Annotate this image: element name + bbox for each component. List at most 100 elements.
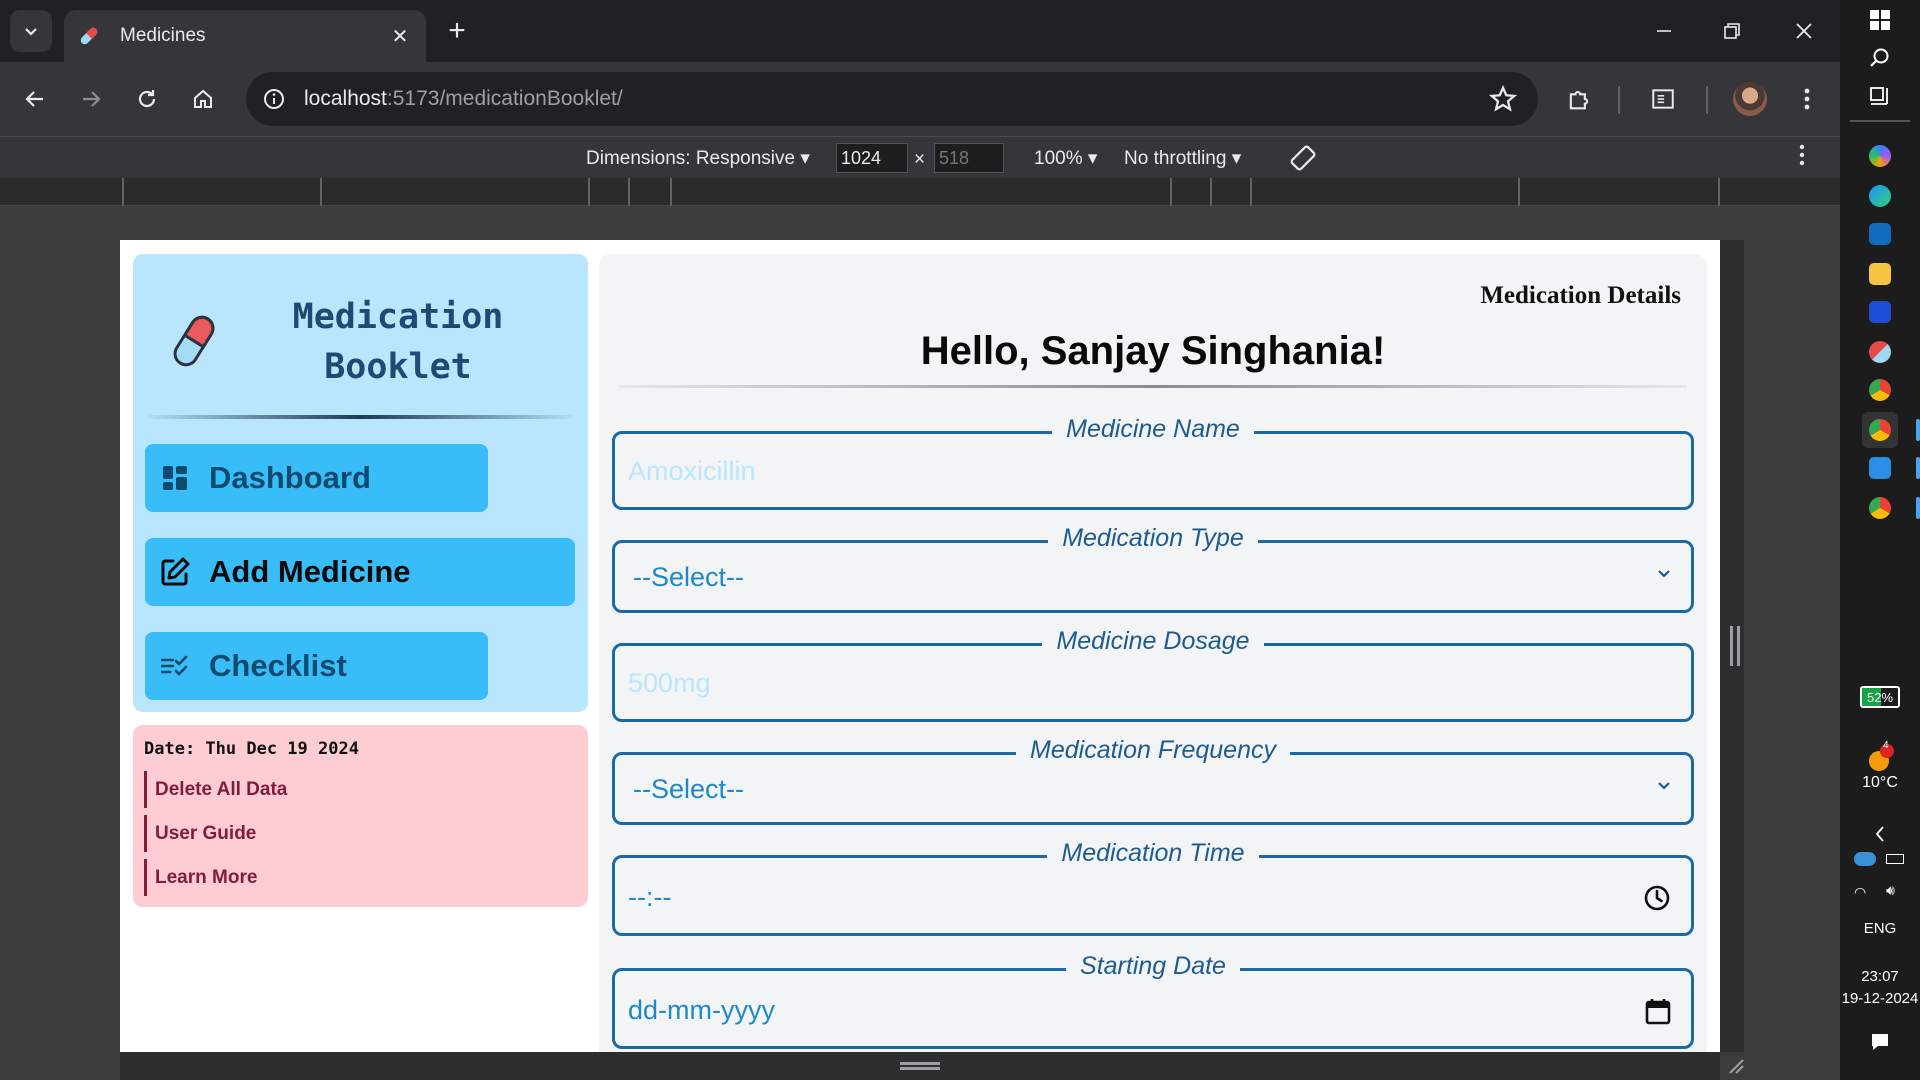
medication-type-label: Medication Type	[615, 524, 1691, 553]
calendar-icon[interactable]	[1645, 997, 1671, 1025]
weather-temperature: 10°C	[1862, 774, 1898, 791]
nav-dashboard-button[interactable]: Dashboard	[145, 444, 488, 512]
bookmark-star-icon[interactable]	[1488, 84, 1518, 114]
resize-grip-icon	[900, 1062, 940, 1070]
battery-small-icon[interactable]	[1886, 854, 1904, 864]
rotate-device-icon[interactable]	[1288, 143, 1318, 179]
edge-app-icon[interactable]	[1862, 178, 1898, 214]
address-bar[interactable]: localhost:5173/medicationBooklet/	[246, 72, 1538, 126]
battery-indicator[interactable]: 52%	[1860, 686, 1900, 708]
browser-tab[interactable]: Medicines ✕	[64, 10, 426, 62]
language-indicator[interactable]: ENG	[1840, 920, 1920, 937]
restore-icon	[1724, 23, 1740, 39]
learn-more-link[interactable]: Learn More	[144, 859, 257, 896]
dimensions-dropdown[interactable]: Dimensions: Responsive ▾	[586, 147, 810, 170]
battery-percent: 52%	[1866, 690, 1894, 705]
minimize-button[interactable]	[1644, 12, 1684, 50]
nav-add-medicine-button[interactable]: Add Medicine	[145, 538, 575, 606]
greeting-divider	[619, 385, 1687, 388]
chrome-app-icon[interactable]	[1862, 372, 1898, 408]
running-app-indicator	[1916, 457, 1920, 479]
reading-list-button[interactable]	[1646, 82, 1680, 116]
weather-icon[interactable]: 4	[1862, 740, 1898, 776]
notifications-icon[interactable]	[1862, 1024, 1898, 1060]
chevron-down-icon	[25, 28, 37, 36]
os-taskbar: 52% 4 10°C ◠ 🔊︎ ENG 23:07 19-12-2024	[1840, 0, 1920, 1080]
resize-handle-icon[interactable]	[1730, 626, 1740, 666]
taskbar-divider	[1850, 120, 1910, 122]
new-tab-button[interactable]: +	[440, 14, 474, 48]
pill-favicon-icon	[80, 27, 98, 45]
medicine-name-field[interactable]: Medicine Name Amoxicillin	[612, 415, 1694, 510]
more-vertical-icon	[1804, 88, 1810, 110]
close-icon	[1796, 23, 1812, 39]
chrome-app-icon-2[interactable]	[1862, 490, 1898, 526]
medicine-dosage-input[interactable]: 500mg	[628, 668, 711, 699]
media-query-ruler[interactable]	[0, 178, 1840, 206]
restore-button[interactable]	[1712, 12, 1752, 50]
volume-icon[interactable]: 🔊︎	[1886, 882, 1895, 899]
viewport-width-input[interactable]: 1024	[836, 143, 908, 173]
medication-frequency-select[interactable]: Medication Frequency --Select--	[612, 736, 1694, 825]
profile-avatar[interactable]	[1733, 82, 1767, 116]
arrow-left-icon	[25, 91, 43, 107]
chevron-down-icon	[1657, 569, 1671, 579]
throttling-dropdown[interactable]: No throttling ▾	[1124, 147, 1241, 170]
clock-icon[interactable]	[1643, 884, 1671, 912]
clock-time[interactable]: 23:07	[1840, 968, 1920, 985]
devtools-device-toolbar: Dimensions: Responsive ▾ 1024 × 518 100%…	[0, 136, 1840, 178]
weather-badge: 4	[1883, 740, 1889, 751]
vscode-app-icon[interactable]	[1862, 450, 1898, 486]
medication-type-value: --Select--	[633, 562, 745, 592]
viewport-resize-bottom[interactable]	[120, 1052, 1720, 1080]
checklist-icon	[159, 650, 191, 682]
pill-app-icon[interactable]	[1862, 334, 1898, 370]
chrome-active-app-icon[interactable]	[1862, 412, 1898, 448]
edit-icon	[159, 556, 191, 588]
windows-start-icon[interactable]	[1862, 2, 1898, 38]
reload-icon	[138, 90, 156, 108]
zoom-dropdown[interactable]: 100% ▾	[1034, 147, 1097, 170]
starting-date-field[interactable]: Starting Date dd-mm-yyyy	[612, 952, 1694, 1049]
section-title: Medication Details	[1480, 282, 1681, 309]
medication-type-select[interactable]: Medication Type --Select--	[612, 524, 1694, 613]
arrow-right-icon	[83, 91, 101, 107]
sidebar-icon	[1652, 89, 1674, 109]
puzzle-icon	[1569, 90, 1589, 110]
medication-time-field[interactable]: Medication Time --:--	[612, 839, 1694, 936]
viewport-height-input[interactable]: 518	[934, 143, 1004, 173]
starting-date-input[interactable]: dd-mm-yyyy	[628, 995, 775, 1026]
resize-corner-icon[interactable]	[1726, 1056, 1744, 1074]
close-tab-icon[interactable]: ✕	[388, 24, 412, 49]
back-button[interactable]	[14, 78, 56, 120]
wifi-icon[interactable]: ◠	[1854, 884, 1866, 901]
file-explorer-icon[interactable]	[1862, 256, 1898, 292]
close-window-button[interactable]	[1784, 12, 1824, 50]
copilot-app-icon[interactable]	[1862, 138, 1898, 174]
starting-date-label: Starting Date	[615, 952, 1691, 981]
l-app-icon[interactable]	[1862, 294, 1898, 330]
onedrive-icon[interactable]	[1854, 852, 1876, 866]
outlook-app-icon[interactable]	[1862, 216, 1898, 252]
clock-date[interactable]: 19-12-2024	[1840, 990, 1920, 1007]
forward-button[interactable]	[70, 78, 112, 120]
medicine-name-input[interactable]: Amoxicillin	[628, 456, 756, 487]
site-info-icon[interactable]	[258, 83, 290, 115]
user-guide-link[interactable]: User Guide	[144, 815, 256, 852]
home-button[interactable]	[182, 78, 224, 120]
browser-menu-button[interactable]	[1790, 82, 1824, 116]
device-toolbar-more-icon[interactable]	[1798, 143, 1806, 173]
tab-search-button[interactable]	[10, 10, 52, 52]
app-page: Medication Booklet Dashboard Add Medicin…	[120, 240, 1720, 1052]
medicine-dosage-field[interactable]: Medicine Dosage 500mg	[612, 627, 1694, 722]
extensions-button[interactable]	[1562, 82, 1596, 116]
nav-checklist-button[interactable]: Checklist	[145, 632, 488, 700]
medication-time-input[interactable]: --:--	[628, 882, 671, 913]
app-title: Medication Booklet	[263, 292, 533, 392]
chevron-left-icon[interactable]	[1862, 816, 1898, 852]
reload-button[interactable]	[126, 78, 168, 120]
brand: Medication Booklet	[133, 254, 588, 414]
search-icon[interactable]	[1862, 40, 1898, 76]
task-view-icon[interactable]	[1862, 78, 1898, 114]
delete-all-data-link[interactable]: Delete All Data	[144, 771, 287, 808]
